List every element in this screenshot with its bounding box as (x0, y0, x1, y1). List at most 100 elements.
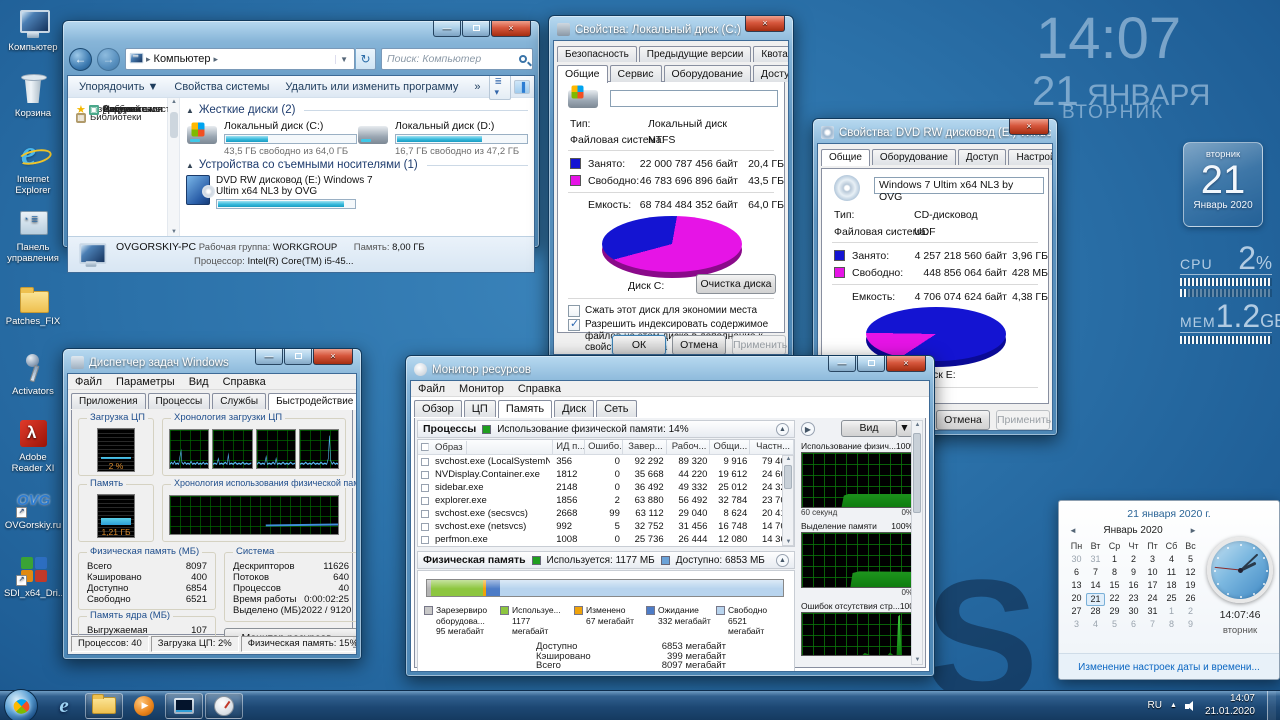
next-month-icon[interactable]: ► (1189, 526, 1197, 535)
calendar-day[interactable]: 7 (1086, 567, 1105, 580)
collapse-chevron-icon[interactable]: ▲ (776, 423, 789, 436)
tray-clock[interactable]: 14:07 21.01.2020 (1205, 693, 1259, 718)
prev-month-icon[interactable]: ◄ (1069, 526, 1077, 535)
calendar-day[interactable]: 11 (1162, 567, 1181, 580)
apply-button[interactable]: Применить (732, 335, 786, 355)
physical-memory-section-header[interactable]: Физическая память Используется: 1177 МБ … (417, 551, 795, 569)
column-shareable[interactable]: Общи... (710, 440, 750, 454)
calendar-day[interactable]: 10 (1143, 567, 1162, 580)
menu-Файл[interactable]: Файл (68, 376, 109, 388)
toolbar-system-properties[interactable]: Свойства системы (167, 79, 276, 95)
tab-Доступ[interactable]: Доступ (958, 149, 1007, 165)
calendar-day[interactable]: 31 (1086, 554, 1105, 567)
row-checkbox[interactable] (421, 523, 429, 531)
address-bar[interactable]: ▸ Компьютер ▸ ▼ (125, 48, 355, 70)
tab-Сервис[interactable]: Сервис (610, 65, 662, 82)
menu-Файл[interactable]: Файл (411, 383, 452, 395)
calendar-day[interactable]: 30 (1124, 606, 1143, 619)
calendar-day[interactable]: 1 (1105, 554, 1124, 567)
table-row[interactable]: perfmon.exe1008025 73626 44412 08014 364 (418, 533, 794, 546)
search-input[interactable]: Поиск: Компьютер (381, 48, 533, 70)
process-table-scrollbar[interactable]: ▲▼ (782, 455, 794, 546)
cancel-button[interactable]: Отмена (672, 335, 726, 355)
column-commit[interactable]: Завер... (623, 440, 667, 454)
taskbar-explorer-button[interactable] (85, 693, 123, 719)
calendar-day[interactable]: 30 (1067, 554, 1086, 567)
taskbar-ie-button[interactable]: e (45, 693, 83, 719)
table-row[interactable]: explorer.exe1856263 88056 49232 78423 70… (418, 494, 794, 507)
tab-Настройка[interactable]: Настройка (1008, 149, 1053, 165)
refresh-button[interactable]: ↻ (356, 48, 376, 70)
preview-pane-button[interactable]: ▐ (514, 80, 530, 94)
breadcrumb[interactable]: Компьютер (154, 53, 211, 65)
calendar-day[interactable]: 31 (1143, 606, 1162, 619)
calendar-day[interactable]: 3 (1067, 619, 1086, 632)
calendar-gadget[interactable]: вторник 21 Январь 2020 (1183, 142, 1263, 227)
dvd-item[interactable]: DVD RW дисковод (E:) Windows 7 Ultim x64… (186, 175, 416, 211)
tab-Приложения[interactable]: Приложения (71, 393, 146, 409)
calendar-day[interactable]: 9 (1124, 567, 1143, 580)
maximize-button[interactable] (462, 21, 490, 37)
calendar-day[interactable]: 12 (1181, 567, 1200, 580)
minimize-button[interactable]: — (255, 349, 283, 365)
tab-Общие[interactable]: Общие (821, 149, 870, 166)
desktop-icon-adobe[interactable]: Adobe Reader XI (4, 418, 62, 475)
tab-Оборудование[interactable]: Оборудование (664, 65, 751, 82)
calendar-day[interactable]: 23 (1124, 593, 1143, 606)
menu-Справка[interactable]: Справка (511, 383, 568, 395)
processes-section-header[interactable]: Процессы Использование физической памяти… (417, 420, 795, 438)
column-hard-faults[interactable]: Ошибо... (585, 440, 623, 454)
taskbar-task-manager-button[interactable] (165, 693, 203, 719)
calendar-day[interactable]: 2 (1181, 606, 1200, 619)
close-button[interactable]: × (1009, 119, 1049, 135)
row-checkbox[interactable] (421, 484, 429, 492)
calendar-day-selected[interactable]: 21 (1086, 593, 1105, 606)
tab-Безопасность[interactable]: Безопасность (557, 46, 637, 62)
calendar-day[interactable]: 5 (1105, 619, 1124, 632)
apply-button[interactable]: Применить (996, 410, 1050, 430)
minimize-button[interactable]: — (828, 356, 856, 372)
taskbar-media-player-button[interactable] (125, 693, 163, 719)
tab-Обзор[interactable]: Обзор (414, 400, 462, 417)
calendar-day[interactable]: 3 (1143, 554, 1162, 567)
table-row[interactable]: svchost.exe (netsvcs)992532 75231 45616 … (418, 520, 794, 533)
collapse-chevron-icon[interactable]: ▲ (776, 554, 789, 567)
tab-Предыдущие версии[interactable]: Предыдущие версии (639, 46, 752, 62)
compress-checkbox[interactable] (568, 305, 580, 317)
menu-Параметры[interactable]: Параметры (109, 376, 182, 388)
menu-Вид[interactable]: Вид (182, 376, 216, 388)
tab-Оборудование[interactable]: Оборудование (872, 149, 956, 165)
calendar-day[interactable]: 29 (1105, 606, 1124, 619)
disk-cleanup-button[interactable]: Очистка диска (696, 274, 776, 294)
calendar-day[interactable]: 13 (1067, 580, 1086, 593)
tab-Процессы[interactable]: Процессы (148, 393, 211, 409)
expand-panel-icon[interactable]: ▶ (801, 422, 815, 436)
toolbar-organize[interactable]: Упорядочить ▼ (72, 79, 165, 95)
close-button[interactable]: × (491, 21, 531, 37)
toolbar-more-chevron[interactable]: » (467, 79, 487, 95)
ok-button[interactable]: ОК (612, 335, 666, 355)
table-row[interactable]: sidebar.exe2148036 49249 33225 01224 320 (418, 481, 794, 494)
table-row[interactable]: svchost.exe (LocalSystemNet...356092 292… (418, 455, 794, 468)
calendar-day[interactable]: 6 (1124, 619, 1143, 632)
desktop-icon-ovg[interactable]: OVGorskiy.ru (4, 486, 62, 532)
search-icon[interactable] (519, 55, 527, 63)
show-desktop-button[interactable] (1267, 691, 1276, 720)
column-pid[interactable]: ИД п... (553, 440, 585, 454)
language-indicator[interactable]: RU (1148, 700, 1162, 711)
compress-checkbox-row[interactable]: Сжать этот диск для экономии места (568, 305, 757, 317)
calendar-day[interactable]: 8 (1105, 567, 1124, 580)
drive-c-item[interactable]: Локальный диск (C:) 43,5 ГБ свободно из … (186, 120, 357, 157)
toolbar-uninstall-program[interactable]: Удалить или изменить программу (278, 79, 465, 95)
volume-icon[interactable] (1185, 701, 1197, 711)
row-checkbox[interactable] (421, 497, 429, 505)
desktop-icon-recycle-bin[interactable]: Корзина (4, 74, 62, 120)
calendar-day[interactable]: 9 (1181, 619, 1200, 632)
column-private[interactable]: Частн... (750, 440, 794, 454)
taskbar-resource-monitor-button[interactable] (205, 693, 243, 719)
tab-Квота[interactable]: Квота (753, 46, 789, 62)
row-checkbox[interactable] (421, 536, 429, 544)
calendar-day[interactable]: 2 (1124, 554, 1143, 567)
back-button[interactable]: ← (69, 48, 92, 71)
cancel-button[interactable]: Отмена (936, 410, 990, 430)
